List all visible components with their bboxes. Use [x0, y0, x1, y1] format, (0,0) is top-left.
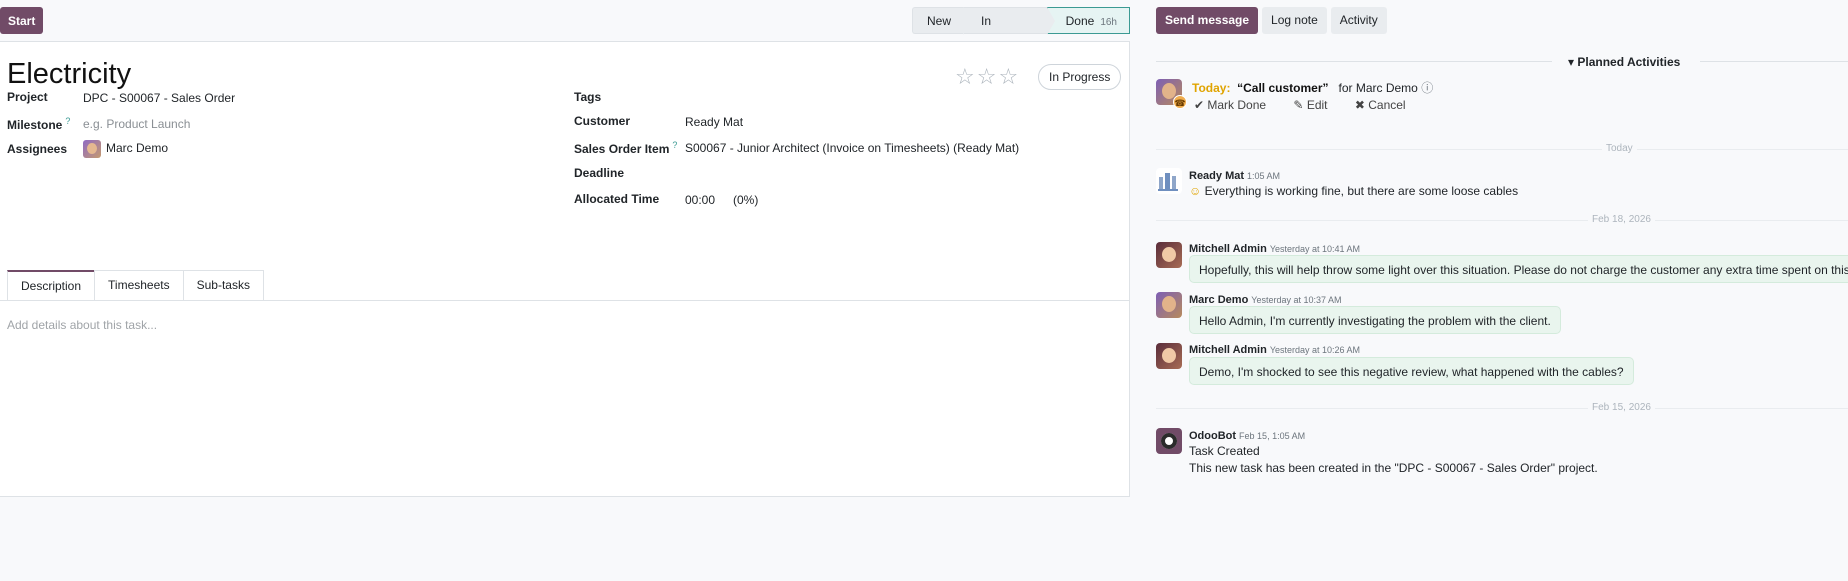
- priority-stars[interactable]: ☆☆☆: [955, 64, 1020, 90]
- allocated-time-input[interactable]: 00:00: [685, 193, 715, 207]
- message-header: Marc Demo Yesterday at 10:37 AM: [1189, 294, 1342, 306]
- notebook-tabs: Description Timesheets Sub-tasks: [7, 270, 264, 301]
- avatar: [1156, 343, 1182, 369]
- edit-button[interactable]: ✎ Edit: [1293, 98, 1339, 112]
- message-title: Task Created: [1189, 444, 1260, 458]
- allocated-time-percent: (0%): [733, 193, 759, 207]
- message-header: OdooBot Feb 15, 1:05 AM: [1189, 430, 1306, 442]
- deadline-label: Deadline: [574, 166, 625, 180]
- status-bar: Start New In Progress Done 16h: [0, 0, 1130, 55]
- stage-bar: New In Progress Done 16h: [912, 7, 1130, 55]
- activity-button[interactable]: Activity: [1330, 7, 1387, 34]
- info-icon[interactable]: ⓘ: [1421, 81, 1433, 95]
- date-separator: Feb 18, 2026: [1588, 214, 1655, 225]
- caret-down-icon: ▾: [1568, 55, 1575, 69]
- activity-actions: ✔ Mark Done ✎ Edit ✖ Cancel: [1194, 98, 1430, 112]
- stage-done-label: Done: [1065, 14, 1095, 28]
- stage-in-progress[interactable]: In Progress: [963, 7, 1055, 55]
- help-icon[interactable]: ?: [672, 140, 677, 150]
- stage-new[interactable]: New: [912, 7, 972, 35]
- message-body: ☺ Everything is working fine, but there …: [1189, 184, 1519, 198]
- project-value[interactable]: DPC - S00067 - Sales Order: [83, 91, 235, 105]
- sales-order-item-label: Sales Order Item?: [574, 140, 678, 156]
- state-button[interactable]: In Progress: [1038, 64, 1122, 90]
- star-icon[interactable]: ☆: [977, 64, 999, 89]
- cancel-button[interactable]: ✖ Cancel: [1355, 98, 1418, 112]
- message-header: Mitchell Admin Yesterday at 10:41 AM: [1189, 243, 1361, 255]
- date-separator: Today: [1602, 143, 1637, 154]
- avatar: [1156, 428, 1182, 454]
- tags-label: Tags: [574, 90, 602, 104]
- activity-summary: Today: “Call customer” for Marc Demo ⓘ: [1192, 81, 1434, 95]
- task-title[interactable]: Electricity: [7, 58, 131, 91]
- allocated-time-label: Allocated Time: [574, 192, 660, 206]
- tab-divider: [0, 300, 1130, 301]
- mark-done-button[interactable]: ✔ Mark Done: [1194, 98, 1278, 112]
- avatar: [1156, 242, 1182, 268]
- help-icon[interactable]: ?: [65, 116, 70, 126]
- sales-order-item-value[interactable]: S00067 - Junior Architect (Invoice on Ti…: [685, 141, 1019, 155]
- customer-value[interactable]: Ready Mat: [685, 115, 743, 129]
- milestone-input[interactable]: e.g. Product Launch: [83, 117, 190, 131]
- divider: [1700, 61, 1848, 62]
- tab-timesheets[interactable]: Timesheets: [94, 270, 184, 301]
- avatar: [1156, 168, 1182, 194]
- message-body: This new task has been created in the "D…: [1189, 461, 1598, 475]
- avatar: [83, 140, 101, 158]
- send-message-button[interactable]: Send message: [1156, 7, 1259, 34]
- message-bubble: Hopefully, this will help throw some lig…: [1189, 255, 1848, 283]
- assignee-tag[interactable]: Marc Demo: [83, 140, 168, 158]
- divider: [1156, 149, 1848, 150]
- tab-description[interactable]: Description: [7, 270, 96, 301]
- divider: [1156, 220, 1848, 221]
- stage-done[interactable]: Done 16h: [1046, 7, 1130, 34]
- message-header: Ready Mat 1:05 AM: [1189, 170, 1281, 182]
- project-label: Project: [7, 90, 48, 104]
- chatter-toolbar: Send message Log note Activity: [1156, 7, 1387, 34]
- milestone-label: Milestone?: [7, 116, 71, 132]
- message-bubble: Demo, I'm shocked to see this negative r…: [1189, 357, 1634, 385]
- start-button[interactable]: Start: [0, 7, 44, 34]
- divider: [1156, 61, 1552, 62]
- avatar: [1156, 292, 1182, 318]
- form-sheet: Electricity ☆☆☆ In Progress Project DPC …: [0, 42, 1130, 497]
- description-editor[interactable]: Add details about this task...: [7, 318, 157, 332]
- customer-label: Customer: [574, 114, 631, 128]
- stage-done-hours: 16h: [1100, 17, 1117, 28]
- smiley-icon: ☺: [1189, 184, 1202, 198]
- message-header: Mitchell Admin Yesterday at 10:26 AM: [1189, 344, 1361, 356]
- phone-icon: ☎: [1173, 95, 1187, 109]
- star-icon[interactable]: ☆: [998, 64, 1020, 89]
- log-note-button[interactable]: Log note: [1262, 7, 1327, 34]
- star-icon[interactable]: ☆: [955, 64, 977, 89]
- planned-activities-toggle[interactable]: ▾ Planned Activities: [1568, 55, 1680, 69]
- assignees-label: Assignees: [7, 142, 68, 156]
- message-bubble: Hello Admin, I'm currently investigating…: [1189, 306, 1561, 334]
- date-separator: Feb 15, 2026: [1588, 402, 1655, 413]
- tab-sub-tasks[interactable]: Sub-tasks: [182, 270, 264, 301]
- stage-new-label: New: [927, 14, 952, 28]
- divider: [1156, 408, 1848, 409]
